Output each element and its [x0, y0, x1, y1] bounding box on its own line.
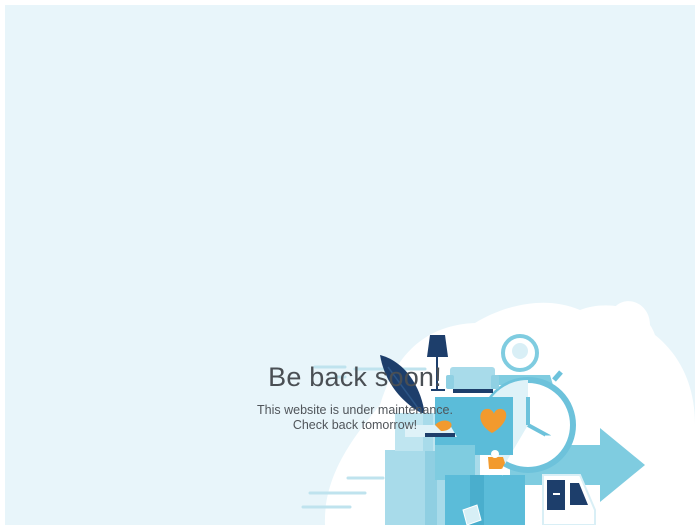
maintenance-message: Be back soon! This website is under main…: [205, 357, 505, 433]
return-notice: Check back tomorrow!: [292, 418, 418, 432]
maintenance-page: Be back soon! This website is under main…: [5, 5, 695, 525]
maintenance-notice: This website is under maintenance.: [257, 403, 453, 417]
maintenance-illustration: [301, 301, 695, 525]
page-title: Be back soon!: [268, 362, 442, 392]
